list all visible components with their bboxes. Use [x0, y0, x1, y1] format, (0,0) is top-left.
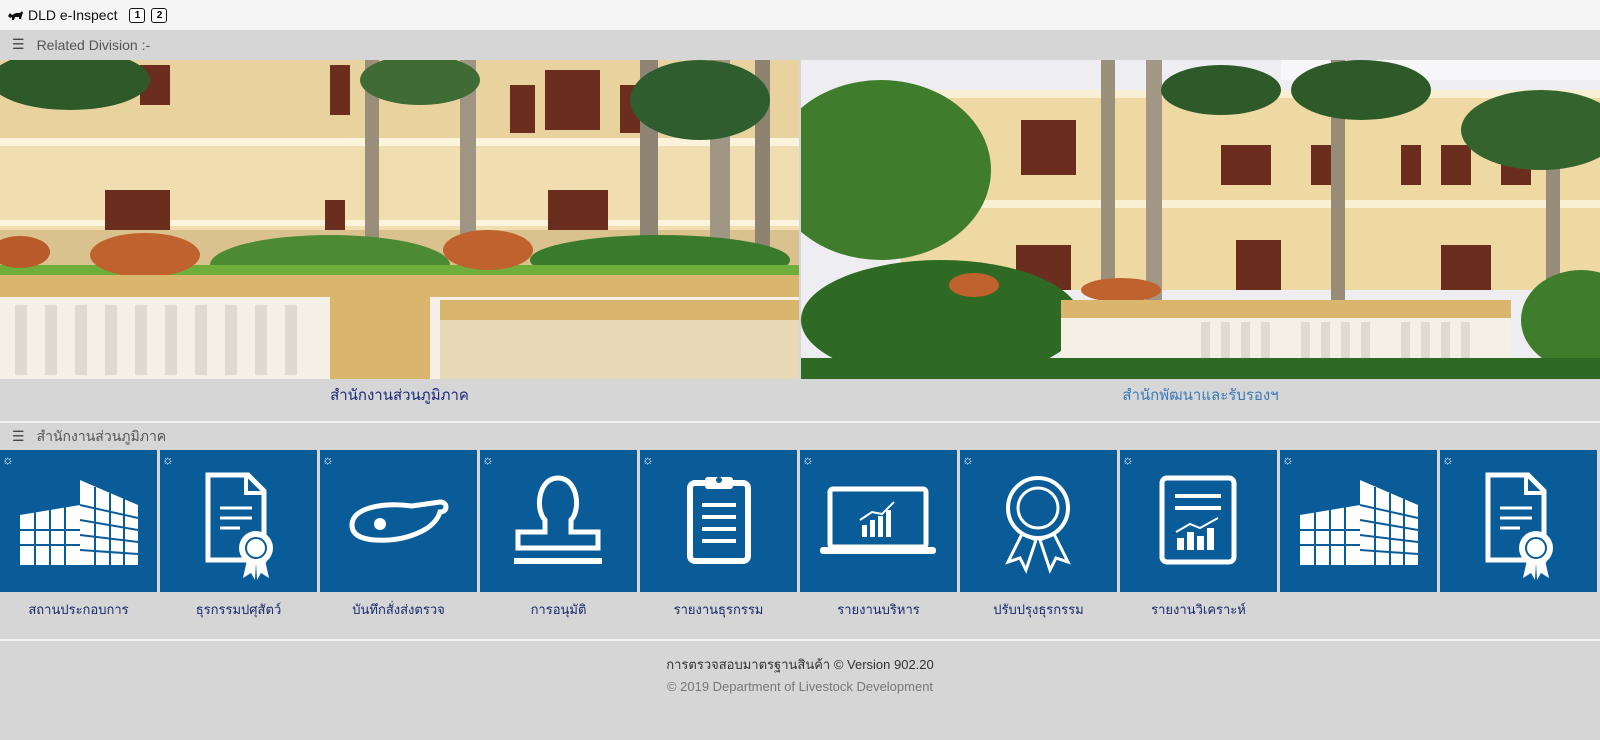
related-division-title: Related Division :-	[36, 36, 151, 53]
stamp-icon	[514, 475, 602, 564]
tile-approval[interactable]: ☼	[480, 450, 637, 592]
tile-transaction-report[interactable]: ☼	[640, 450, 797, 592]
laptop-chart-icon	[820, 486, 936, 554]
clipboard-icon	[687, 477, 751, 564]
tile-label[interactable]: การอนุมัติ	[480, 599, 637, 620]
tile-transaction-update[interactable]: ☼	[960, 450, 1117, 592]
tile-certificate-2[interactable]: ☼	[1440, 450, 1597, 592]
regional-office-caption[interactable]: สำนักงานส่วนภูมิภาค	[0, 383, 799, 407]
footer-copyright: © 2019 Department of Livestock Developme…	[666, 679, 934, 694]
regional-office-title: สำนักงานส่วนภูมิภาค	[36, 427, 167, 444]
related-division-bar: ☰ Related Division :-	[0, 30, 1600, 59]
page-button-2[interactable]: 2	[151, 7, 168, 23]
building-icon	[20, 480, 139, 565]
development-office-caption[interactable]: สำนักพัฒนาและรับรองฯ	[801, 383, 1600, 407]
hamburger-icon[interactable]: ☰	[12, 428, 25, 445]
tile-label[interactable]: รายงานวิเคราะห์	[1120, 599, 1277, 620]
building-icon	[1300, 480, 1419, 565]
top-bar: DLD e-Inspect 1 2	[0, 0, 1600, 30]
app-title[interactable]: DLD e-Inspect	[28, 7, 117, 23]
tile-label[interactable]: รายงานธุรกรรม	[640, 599, 797, 620]
tile-inspection-order[interactable]: ☼	[320, 450, 477, 592]
tile-label[interactable]: รายงานบริหาร	[800, 599, 957, 620]
tile-label[interactable]: ธุรกรรมปศุสัตว์	[160, 599, 317, 620]
tile-label[interactable]: สถานประกอบการ	[0, 599, 157, 620]
hamburger-icon[interactable]: ☰	[12, 36, 25, 53]
footer-version: การตรวจสอบมาตรฐานสินค้า © Version 902.20	[666, 657, 934, 672]
regional-office-photo[interactable]	[0, 60, 799, 379]
certificate-document-icon	[205, 472, 273, 580]
regional-office-bar: ☰ สำนักงานส่วนภูมิภาค	[0, 423, 1600, 450]
report-chart-icon	[1159, 475, 1237, 565]
tile-establishment[interactable]: ☼	[0, 450, 157, 592]
tile-management-report[interactable]: ☼	[800, 450, 957, 592]
award-ribbon-icon	[1005, 476, 1071, 574]
tile-label[interactable]: ปรับปรุงธุรกรรม	[960, 599, 1117, 620]
development-office-photo[interactable]	[801, 60, 1600, 379]
tile-establishment-2[interactable]: ☼	[1280, 450, 1437, 592]
tile-label[interactable]: บันทึกสั่งส่งตรวจ	[320, 599, 477, 620]
certificate-document-icon	[1485, 472, 1553, 580]
tile-analysis-report[interactable]: ☼	[1120, 450, 1277, 592]
tile-livestock-transaction[interactable]: ☼	[160, 450, 317, 592]
bull-logo-icon	[7, 9, 24, 21]
divider	[0, 639, 1600, 641]
meat-icon	[349, 499, 449, 543]
page-button-1[interactable]: 1	[129, 7, 146, 23]
